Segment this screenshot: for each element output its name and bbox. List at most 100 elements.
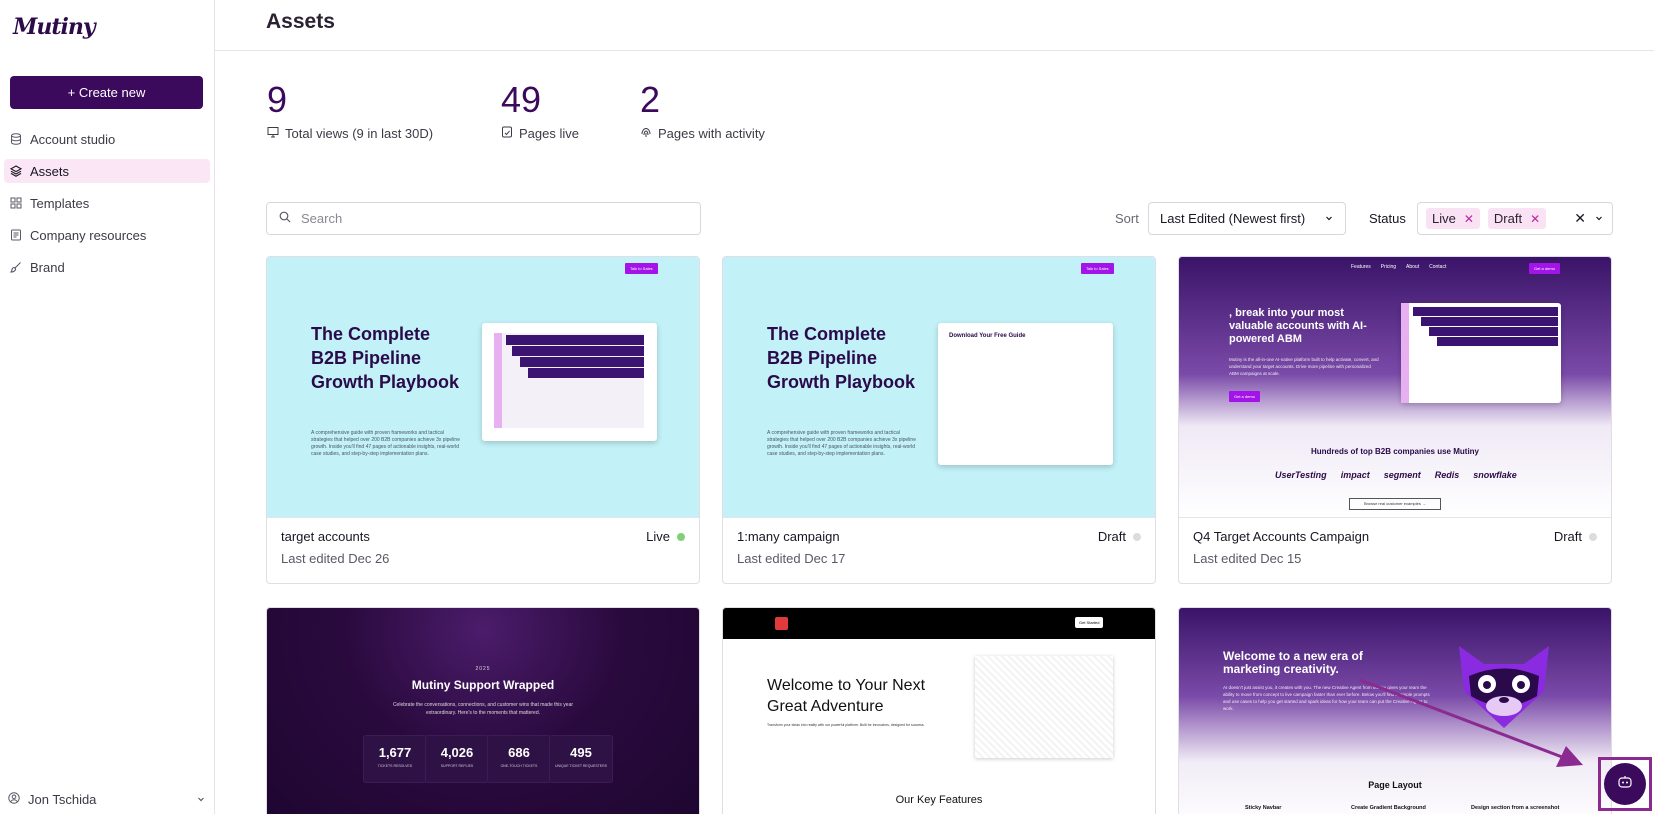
thumb-title: The Complete B2B Pipeline Growth Playboo… — [311, 324, 460, 392]
status-text: Live — [646, 529, 670, 544]
thumb-browse-button: Browse real customer examples → — [1349, 498, 1441, 510]
search-field[interactable] — [266, 202, 701, 235]
chevron-down-icon — [1324, 211, 1334, 226]
thumb-image-placeholder — [975, 656, 1113, 758]
thumb-stat-box: 1,677 TICKETS RESOLVED — [363, 735, 427, 783]
thumb-stat-label: SUPPORT REPLIES — [440, 764, 474, 768]
sidebar-item-company-resources[interactable]: Company resources — [4, 223, 210, 247]
status-text: Draft — [1097, 529, 1126, 544]
thumb-preview-bar — [1437, 337, 1558, 346]
raccoon-mascot-image — [1449, 636, 1559, 732]
sort-dropdown[interactable]: Last Edited (Newest first) — [1148, 202, 1346, 235]
stat-label: Pages with activity — [640, 126, 840, 141]
card-date: Last edited Dec 15 — [1193, 551, 1302, 566]
sidebar: Mutiny + Create new Account studio Asset… — [0, 0, 215, 814]
thumb-preview-side — [1401, 303, 1409, 403]
stat-label-text: Total views (9 in last 30D) — [285, 126, 434, 141]
app-root: Mutiny + Create new Account studio Asset… — [0, 0, 1654, 814]
status-dropdown[interactable]: Live ✕ Draft ✕ ✕ — [1417, 202, 1613, 235]
stat-pages-activity: 2 Pages with activity — [640, 80, 840, 142]
page-check-icon — [501, 126, 513, 141]
layers-icon — [10, 165, 22, 177]
remove-chip-icon[interactable]: ✕ — [1530, 212, 1540, 226]
thumb-desc: A comprehensive guide with proven framew… — [767, 430, 916, 457]
sidebar-item-label: Account studio — [30, 131, 116, 147]
thumb-title: Welcome to a new era of marketing creati… — [1223, 649, 1363, 676]
status-badge: Draft — [1098, 529, 1141, 544]
asset-card[interactable]: 2025 Mutiny Support Wrapped Celebrate th… — [266, 607, 700, 814]
stat-label-text: Pages live — [519, 126, 579, 141]
thumb-preview-side — [494, 333, 502, 428]
fingerprint-icon — [640, 126, 652, 141]
database-icon — [10, 133, 22, 145]
asset-thumbnail: Talk to Sales The Complete B2B Pipeline … — [723, 257, 1155, 517]
sidebar-item-brand[interactable]: Brand — [4, 255, 210, 279]
card-date: Last edited Dec 26 — [281, 551, 390, 566]
thumb-stat-label: ONE-TOUCH TICKETS — [500, 764, 538, 768]
asset-card[interactable]: Talk to Sales The Complete B2B Pipeline … — [722, 256, 1156, 584]
stat-value: 9 — [267, 79, 288, 120]
user-icon — [8, 791, 20, 807]
asset-card[interactable]: Talk to Sales The Complete B2B Pipeline … — [266, 256, 700, 584]
thumb-preview — [1401, 303, 1561, 403]
thumb-stat-box: 4,026 SUPPORT REPLIES — [425, 735, 489, 783]
thumb-preview: Download Your Free Guide — [938, 323, 1113, 465]
status-dot — [1133, 532, 1141, 541]
talk-to-sales-button: Talk to Sales — [625, 263, 658, 274]
thumb-nav-item: About — [1406, 264, 1420, 270]
thumb-nav-item: Pricing — [1380, 264, 1397, 270]
thumb-col: Sticky Navbar — [1245, 805, 1282, 811]
redis-logo: Redis — [1434, 470, 1460, 480]
status-dot — [677, 532, 685, 541]
talk-to-sales-button: Talk to Sales — [1081, 263, 1114, 274]
segment-logo: segment — [1383, 470, 1421, 480]
chevron-down-icon[interactable] — [1594, 210, 1604, 228]
thumb-hundreds: Hundreds of top B2B companies use Mutiny — [1310, 447, 1479, 456]
status-chip-draft: Draft ✕ — [1487, 208, 1547, 229]
card-footer: Q4 Target Accounts Campaign Last edited … — [1179, 517, 1611, 583]
card-name: Q4 Target Accounts Campaign — [1193, 529, 1370, 544]
thumb-preview-bar — [512, 346, 644, 356]
thumb-title: The Complete B2B Pipeline Growth Playboo… — [767, 324, 916, 392]
thumb-navbar: Get Started — [723, 608, 1155, 639]
stat-total-views: 9 Total views (9 in last 30D) — [267, 79, 501, 142]
sidebar-item-templates[interactable]: Templates — [4, 191, 210, 215]
sidebar-item-label: Templates — [30, 195, 90, 211]
thumb-preview-bar — [520, 357, 644, 367]
thumb-desc: AI doesn't just assist you, it creates w… — [1223, 685, 1430, 711]
thumb-title: , break into your most valuable accounts… — [1229, 307, 1367, 345]
chevron-down-icon — [196, 792, 206, 807]
user-menu[interactable]: Jon Tschida — [8, 788, 206, 810]
remove-chip-icon[interactable]: ✕ — [1464, 212, 1474, 226]
snowflake-logo: snowflake — [1473, 470, 1517, 480]
thumb-features: Our Key Features — [895, 794, 983, 806]
thumb-nav: Features Pricing About Contact — [1351, 264, 1446, 270]
thumb-title: Mutiny Support Wrapped — [411, 678, 555, 692]
status-chip-live: Live ✕ — [1426, 208, 1480, 229]
asset-card[interactable]: Features Pricing About Contact Get a dem… — [1178, 256, 1612, 584]
sidebar-item-account-studio[interactable]: Account studio — [4, 127, 210, 151]
thumb-logo-row: UserTesting impact segment Redis snowfla… — [1275, 470, 1517, 480]
thumb-preview — [482, 323, 657, 441]
sidebar-item-label: Brand — [30, 259, 65, 275]
sidebar-item-assets[interactable]: Assets — [4, 159, 210, 183]
user-name: Jon Tschida — [28, 791, 97, 807]
mutiny-logo[interactable]: Mutiny — [13, 14, 96, 40]
search-icon — [279, 210, 291, 228]
thumb-desc: Mutiny is the all-in-one AI-native platf… — [1229, 357, 1379, 376]
thumb-logo — [775, 617, 788, 630]
card-footer: target accounts Last edited Dec 26 Live — [267, 517, 699, 583]
asset-card[interactable]: Welcome to a new era of marketing creati… — [1178, 607, 1612, 814]
search-input[interactable] — [301, 211, 681, 226]
card-date: Last edited Dec 17 — [737, 551, 846, 566]
thumb-desc: Transform your ideas into reality with o… — [767, 723, 925, 727]
create-new-button[interactable]: + Create new — [10, 76, 203, 109]
asset-card[interactable]: Get Started Welcome to Your Next Great A… — [722, 607, 1156, 814]
chip-label: Draft — [1493, 211, 1523, 226]
stat-label-text: Pages with activity — [658, 126, 765, 141]
thumb-title: Welcome to Your Next Great Adventure — [767, 677, 926, 715]
asset-thumbnail: Features Pricing About Contact Get a dem… — [1179, 257, 1611, 517]
clear-icon[interactable]: ✕ — [1574, 210, 1586, 227]
thumb-preview-bar — [1429, 327, 1558, 336]
ai-assistant-button[interactable] — [1598, 757, 1652, 811]
